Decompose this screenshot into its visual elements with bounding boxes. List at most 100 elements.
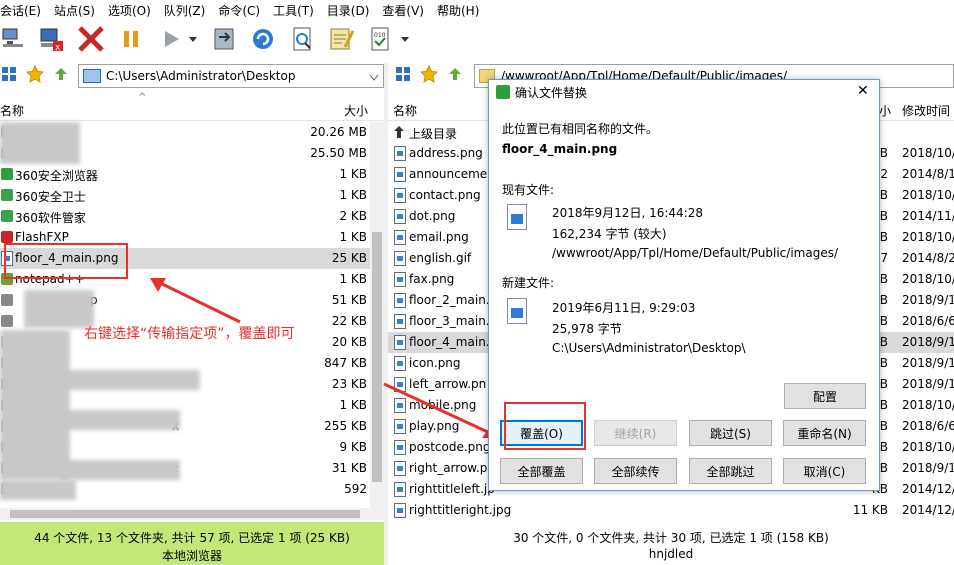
- menu-item[interactable]: 会话(E): [0, 2, 49, 19]
- file-size: 25.50 MB: [310, 146, 367, 160]
- image-file-icon: [394, 314, 406, 329]
- file-size: 22 KB: [331, 314, 367, 328]
- menu-item[interactable]: 队列(Z): [164, 2, 214, 19]
- right-col-date[interactable]: 修改时间: [902, 102, 950, 119]
- image-file-icon: [394, 482, 406, 497]
- file-size: 9 KB: [339, 440, 367, 454]
- file-size: 1 KB: [339, 188, 367, 202]
- overwrite-all-button[interactable]: 全部覆盖: [500, 458, 583, 484]
- search-file-icon[interactable]: [288, 24, 318, 54]
- menu-item[interactable]: 目录(D): [327, 2, 378, 19]
- redacted-region: [0, 480, 76, 500]
- play-icon[interactable]: [156, 24, 186, 54]
- up-arrow-icon: [393, 125, 405, 139]
- toolbar: x 010: [0, 20, 954, 60]
- list-item[interactable]: righttitleright.jpg 11 KB 2014/12/: [388, 500, 954, 521]
- app-icon: [496, 85, 510, 99]
- list-item[interactable]: 360安全浏览器 1 KB: [0, 164, 370, 185]
- file-size: 25 KB: [331, 251, 367, 265]
- resume-button[interactable]: 继续(R): [594, 420, 677, 446]
- close-icon[interactable]: ✕: [857, 83, 869, 99]
- file-size: 23 KB: [331, 377, 367, 391]
- file-size: 20.26 MB: [310, 125, 367, 139]
- skip-button[interactable]: 跳过(S): [689, 420, 772, 446]
- config-button[interactable]: 配置: [784, 383, 866, 409]
- refresh-icon[interactable]: [248, 24, 278, 54]
- binary-icon[interactable]: 010: [366, 24, 396, 54]
- file-name: 360安全浏览器: [15, 169, 98, 183]
- menu-item[interactable]: 查看(V): [382, 2, 432, 19]
- left-hscroll-thumb[interactable]: [10, 510, 360, 518]
- menu-item[interactable]: 工具(T): [273, 2, 322, 19]
- up-folder-icon[interactable]: [52, 65, 70, 86]
- file-date: 2018/10/: [902, 146, 954, 160]
- redacted-region: [60, 410, 180, 430]
- left-scrollbar[interactable]: [370, 122, 384, 520]
- file-size: 2 KB: [339, 209, 367, 223]
- chevron-down-icon[interactable]: [369, 71, 379, 85]
- new-size: 25,978 字节: [552, 322, 622, 336]
- image-file-icon: [394, 230, 406, 245]
- image-file-icon: [394, 293, 406, 308]
- existing-date: 2018年9月12日, 16:44:28: [552, 206, 703, 220]
- file-name: 360软件管家: [15, 211, 86, 225]
- dialog-titlebar: 确认文件替换 ✕: [489, 80, 879, 104]
- file-date: 2014/8/1: [902, 167, 954, 181]
- left-path-field[interactable]: C:\Users\Administrator\Desktop: [78, 64, 384, 88]
- existing-size: 162,234 字节 (较大): [552, 227, 667, 241]
- right-col-size[interactable]: 小: [879, 102, 891, 119]
- cancel-button[interactable]: 取消(C): [783, 458, 866, 484]
- skip-all-button[interactable]: 全部跳过: [689, 458, 772, 484]
- star-icon[interactable]: [419, 64, 439, 86]
- svg-text:x: x: [55, 43, 61, 53]
- file-name: contact.png: [409, 188, 481, 202]
- chevron-down-icon[interactable]: [398, 24, 412, 54]
- menu-item[interactable]: 帮助(H): [437, 2, 487, 19]
- left-col-size[interactable]: 大小: [344, 102, 368, 119]
- transfer-icon[interactable]: [210, 24, 240, 54]
- image-file-icon: [394, 272, 406, 287]
- left-hscrollbar[interactable]: [0, 508, 370, 520]
- image-file-icon: [394, 146, 406, 161]
- right-col-name[interactable]: 名称: [393, 102, 417, 119]
- redacted-region: [40, 370, 200, 390]
- menu-item[interactable]: 选项(O): [108, 2, 159, 19]
- list-item[interactable]: 360安全卫士 1 KB: [0, 185, 370, 206]
- resume-all-button[interactable]: 全部续传: [594, 458, 677, 484]
- file-size: 31 KB: [331, 461, 367, 475]
- star-icon[interactable]: [25, 64, 45, 86]
- menu-item[interactable]: 命令(C): [218, 2, 268, 19]
- connect-icon[interactable]: [0, 24, 30, 54]
- left-col-name[interactable]: 名称: [0, 102, 24, 119]
- left-status-line1: 44 个文件, 13 个文件夹, 共计 57 项, 已选定 1 项 (25 KB…: [34, 531, 350, 545]
- left-status-line2: 本地浏览器: [161, 549, 222, 563]
- up-folder-icon[interactable]: [446, 65, 464, 86]
- file-size: 1 KB: [339, 272, 367, 286]
- pause-icon[interactable]: [116, 24, 146, 54]
- monitor-icon: [83, 69, 101, 83]
- existing-label: 现有文件:: [502, 183, 555, 197]
- edit-icon[interactable]: [326, 24, 356, 54]
- file-size: 2: [880, 167, 888, 181]
- menu-item[interactable]: 站点(S): [54, 2, 103, 19]
- annotation-text: 右键选择“传输指定项”，覆盖即可: [84, 326, 295, 342]
- grid-icon[interactable]: [2, 67, 16, 84]
- disconnect-icon[interactable]: x: [36, 24, 66, 54]
- left-column-header: 名称 ^ 大小: [0, 92, 384, 121]
- image-file-icon: [394, 356, 406, 371]
- abort-icon[interactable]: [76, 24, 106, 54]
- file-date: 2018/9/1: [902, 356, 954, 370]
- file-date: 2018/10/: [902, 188, 954, 202]
- highlight-box: [504, 402, 586, 450]
- file-name: announcemen: [409, 167, 495, 181]
- file-name: english.gif: [409, 251, 472, 265]
- pane-divider[interactable]: [384, 63, 388, 565]
- file-name: righttitleright.jpg: [409, 503, 512, 517]
- list-item[interactable]: 360软件管家 2 KB: [0, 206, 370, 227]
- file-date: 2018/9/1: [902, 461, 954, 475]
- rename-button[interactable]: 重命名(N): [783, 420, 866, 446]
- redacted-region: [0, 330, 70, 480]
- grid-icon[interactable]: [396, 67, 410, 84]
- file-name: floor_4_main.p: [409, 335, 498, 349]
- chevron-down-icon[interactable]: [186, 24, 200, 54]
